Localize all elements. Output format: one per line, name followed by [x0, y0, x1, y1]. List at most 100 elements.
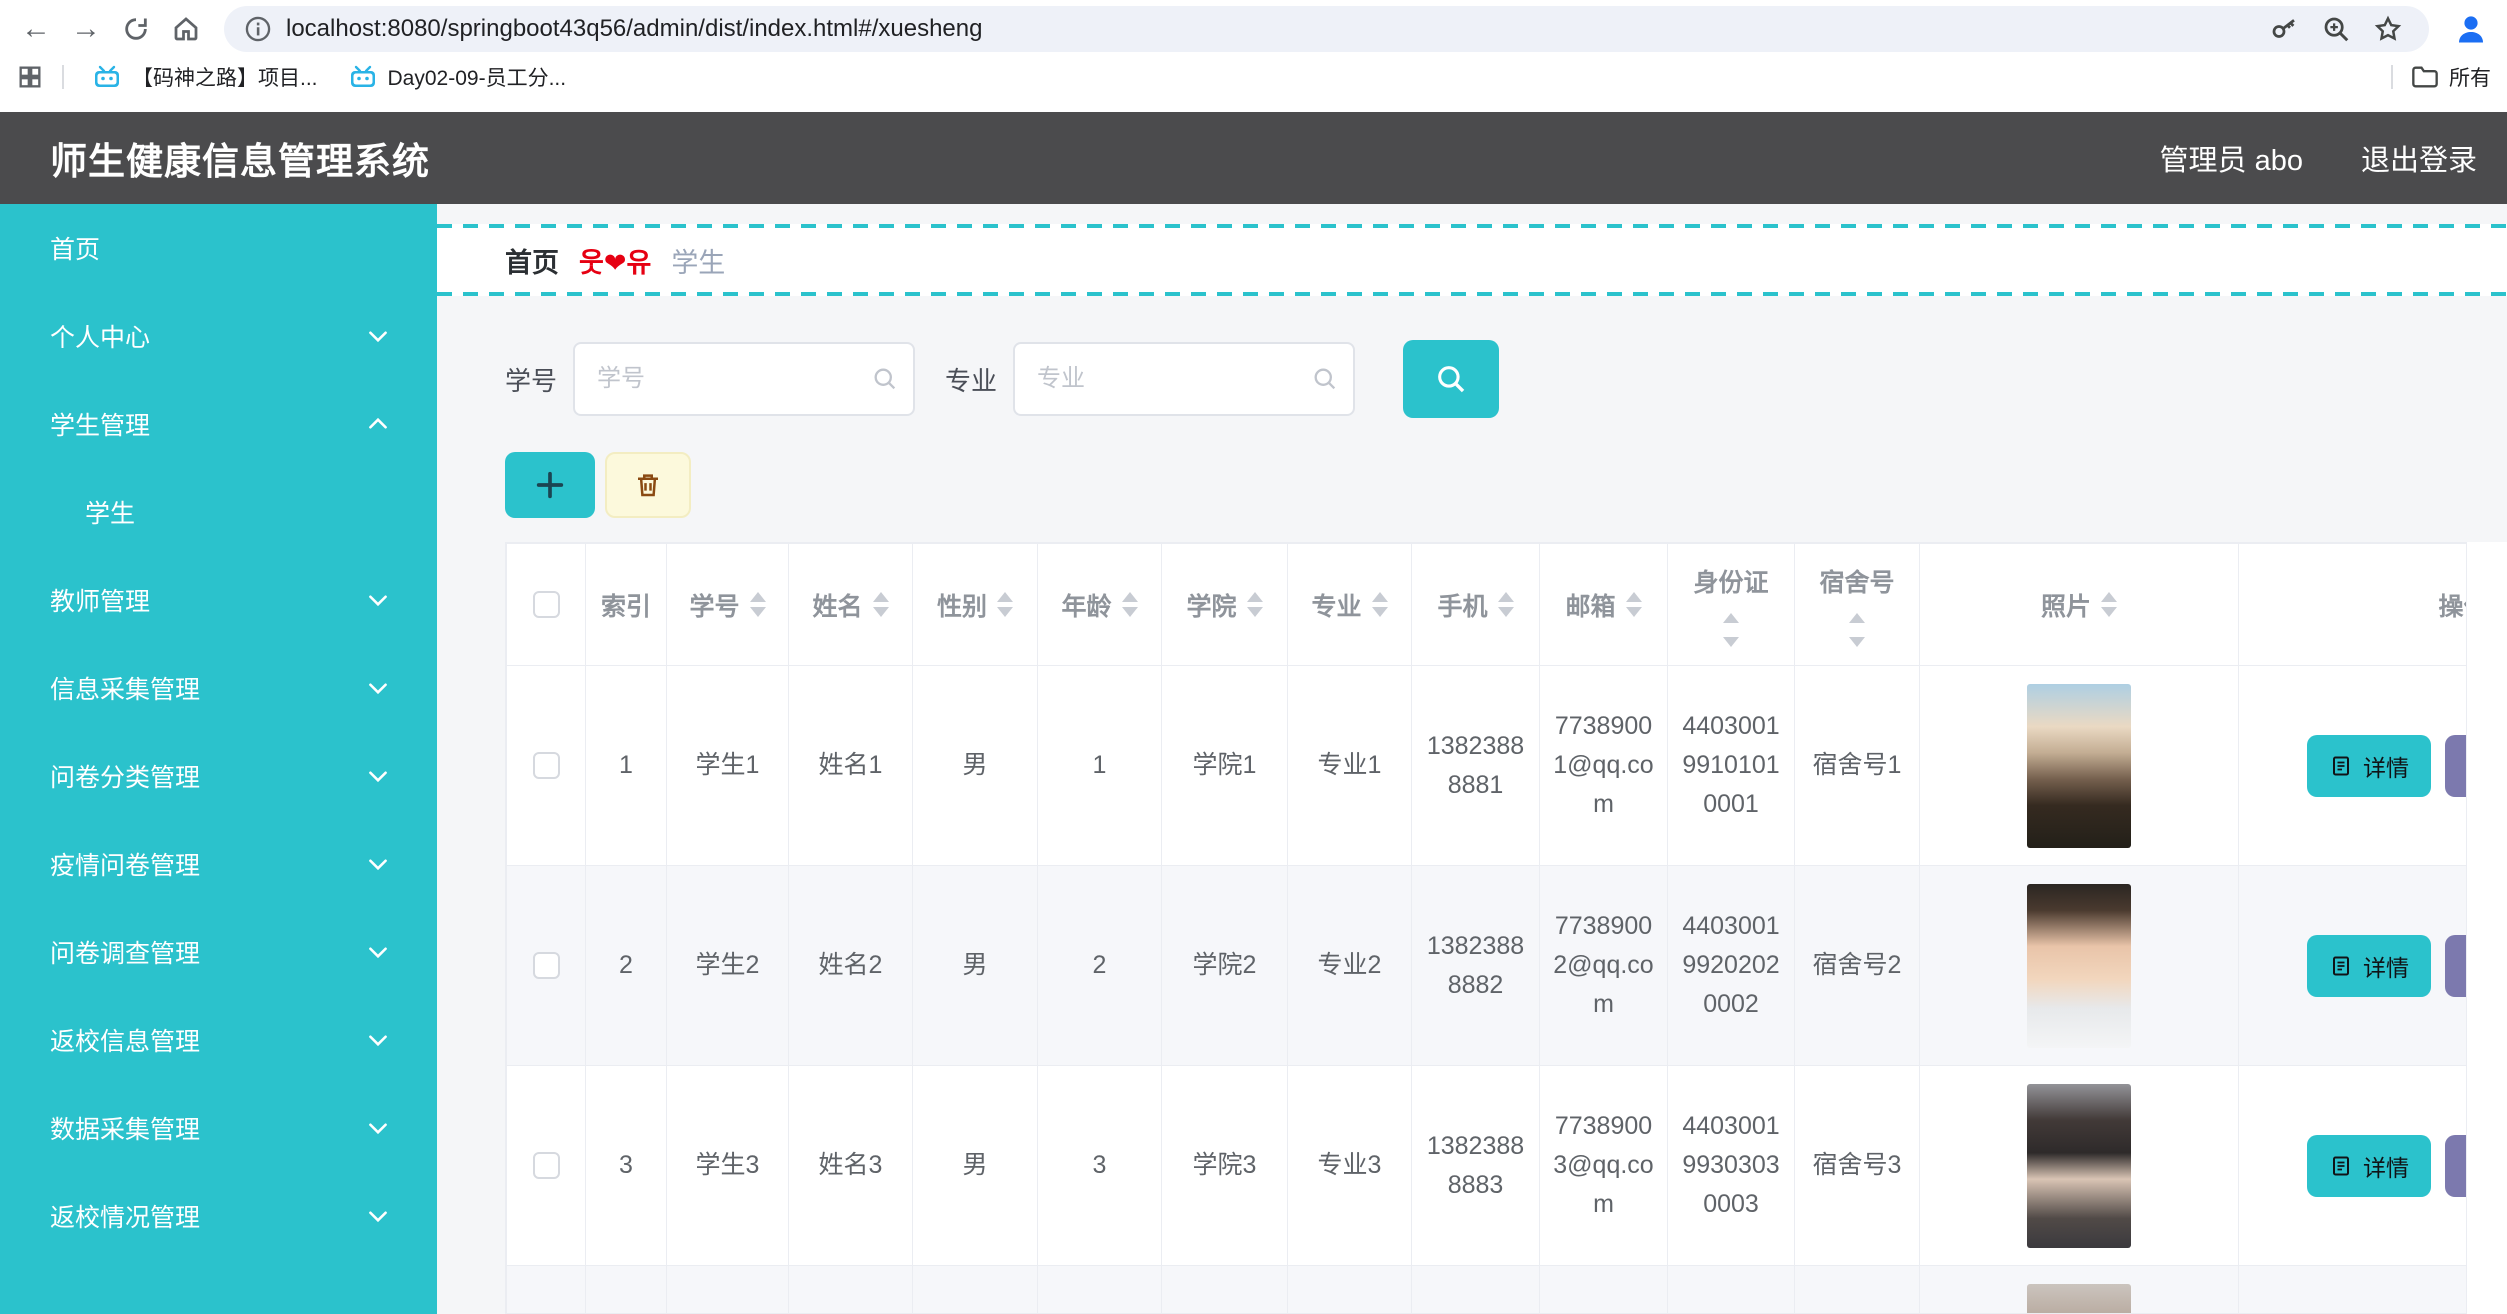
table-row: 3 学生3 姓名3 男 3 学院3 专业3 13823888883 773890… [507, 1066, 2468, 1266]
back-button[interactable]: ← [14, 7, 58, 51]
browser-chrome: ← → localhost:8080/springboot43q56/admin… [0, 0, 2507, 96]
sort-carets[interactable] [2101, 592, 2117, 617]
breadcrumb-home[interactable]: 首页 [505, 241, 559, 280]
cell-name: 姓名1 [789, 666, 913, 866]
sort-carets[interactable] [1498, 592, 1514, 617]
cell-age: 3 [1038, 1066, 1162, 1266]
zoom-icon[interactable] [2321, 14, 2351, 44]
cell-name: 姓名3 [789, 1066, 913, 1266]
row-checkbox[interactable] [533, 1152, 560, 1179]
edit-button[interactable]: 修改 [2445, 1135, 2467, 1197]
cell-email: 77389001@qq.com [1540, 666, 1668, 866]
cell-student-no: 学生2 [667, 866, 789, 1066]
sidebar-item-teacher-mgmt[interactable]: 教师管理 [0, 556, 437, 644]
sort-carets[interactable] [750, 592, 766, 617]
search-icon [1434, 362, 1468, 396]
table-header-row: 索引 学号 姓名 性别 年龄 学院 专业 手机 邮箱 身份证 宿舍号 照片 操作 [507, 544, 2468, 666]
breadcrumb-current: 学生 [671, 241, 725, 280]
student-photo [2027, 1084, 2131, 1248]
sidebar-item-student-mgmt[interactable]: 学生管理 [0, 380, 437, 468]
detail-button[interactable]: 详情 [2307, 935, 2431, 997]
cell-dorm: 宿舍号1 [1795, 666, 1920, 866]
cell-student-no: 学生3 [667, 1066, 789, 1266]
cell-phone: 13823888881 [1412, 666, 1540, 866]
cell-gender: 男 [913, 666, 1038, 866]
chevron-down-icon [365, 323, 391, 349]
select-all-checkbox[interactable] [533, 591, 560, 618]
sidebar-item-return-info-mgmt[interactable]: 返校信息管理 [0, 996, 437, 1084]
app-title: 师生健康信息管理系统 [50, 131, 430, 185]
col-name: 姓名 [789, 544, 913, 666]
table-row: 1 学生1 姓名1 男 1 学院1 专业1 13823888881 773890… [507, 666, 2468, 866]
cell-phone: 13823888882 [1412, 866, 1540, 1066]
student-photo [2027, 1284, 2131, 1314]
cell-college: 学院3 [1162, 1066, 1288, 1266]
bilibili-icon [348, 65, 378, 89]
sort-carets[interactable] [1122, 592, 1138, 617]
bookmark-item[interactable]: Day02-09-员工分... [338, 60, 577, 94]
sidebar-item-student[interactable]: 学生 [0, 468, 437, 556]
row-checkbox[interactable] [533, 952, 560, 979]
chevron-down-icon [365, 587, 391, 613]
main-content: 首页 웃❤유 学生 学号 专业 [437, 204, 2507, 1314]
sort-carets[interactable] [1372, 592, 1388, 617]
sidebar-item-info-collection-mgmt[interactable]: 信息采集管理 [0, 644, 437, 732]
url-text[interactable]: localhost:8080/springboot43q56/admin/dis… [286, 15, 2255, 43]
chevron-down-icon [365, 675, 391, 701]
address-bar[interactable]: localhost:8080/springboot43q56/admin/dis… [224, 6, 2429, 52]
edit-button[interactable]: 修改 [2445, 935, 2467, 997]
search-icon [1311, 365, 1339, 393]
all-bookmarks-folder[interactable]: 所有 [2411, 62, 2491, 92]
student-no-input[interactable] [573, 342, 915, 416]
reload-button[interactable] [114, 7, 158, 51]
col-dorm: 宿舍号 [1795, 544, 1920, 666]
chevron-down-icon [365, 1027, 391, 1053]
document-icon [2329, 754, 2353, 778]
bookmark-star-icon[interactable] [2373, 14, 2403, 44]
student-photo [2027, 884, 2131, 1048]
sidebar-item-label: 教师管理 [50, 582, 150, 618]
sidebar-item-questionnaire-category-mgmt[interactable]: 问卷分类管理 [0, 732, 437, 820]
col-phone: 手机 [1412, 544, 1540, 666]
sidebar-item-home[interactable]: 首页 [0, 204, 437, 292]
sidebar-item-survey-mgmt[interactable]: 问卷调查管理 [0, 908, 437, 996]
current-user[interactable]: 管理员 abo [2160, 137, 2303, 179]
logout-link[interactable]: 退出登录 [2361, 137, 2477, 179]
password-key-icon[interactable] [2269, 14, 2299, 44]
sidebar-item-data-collection-mgmt[interactable]: 数据采集管理 [0, 1084, 437, 1172]
sort-carets[interactable] [1626, 592, 1642, 617]
sidebar-item-label: 问卷分类管理 [50, 758, 200, 794]
sort-carets[interactable] [1849, 613, 1865, 647]
apps-grid-icon[interactable] [16, 63, 44, 91]
bookmark-label: 【码神之路】项目... [132, 62, 318, 92]
detail-button[interactable]: 详情 [2307, 1135, 2431, 1197]
sort-carets[interactable] [873, 592, 889, 617]
chevron-down-icon [365, 1203, 391, 1229]
home-button[interactable] [164, 7, 208, 51]
cell-index: 2 [586, 866, 667, 1066]
sort-carets[interactable] [997, 592, 1013, 617]
sidebar-item-return-status-mgmt[interactable]: 返校情况管理 [0, 1172, 437, 1260]
edit-button[interactable]: 修改 [2445, 735, 2467, 797]
sidebar-item-personal-center[interactable]: 个人中心 [0, 292, 437, 380]
row-checkbox[interactable] [533, 752, 560, 779]
bookmark-item[interactable]: 【码神之路】项目... [82, 60, 328, 94]
detail-button[interactable]: 详情 [2307, 735, 2431, 797]
search-button[interactable] [1403, 340, 1499, 418]
col-index: 索引 [586, 544, 667, 666]
sidebar-item-label: 学生管理 [50, 406, 150, 442]
delete-button[interactable] [605, 452, 691, 518]
sort-carets[interactable] [1723, 613, 1739, 647]
student-photo [2027, 684, 2131, 848]
sort-carets[interactable] [1247, 592, 1263, 617]
forward-button[interactable]: → [64, 7, 108, 51]
major-input[interactable] [1013, 342, 1355, 416]
sidebar-item-label: 问卷调查管理 [50, 934, 200, 970]
student-no-input-wrap [573, 342, 915, 416]
sidebar-item-epidemic-questionnaire-mgmt[interactable]: 疫情问卷管理 [0, 820, 437, 908]
profile-avatar[interactable] [2449, 7, 2493, 51]
site-info-icon[interactable] [244, 15, 272, 43]
add-button[interactable] [505, 452, 595, 518]
col-major: 专业 [1288, 544, 1412, 666]
cell-dorm: 宿舍号2 [1795, 866, 1920, 1066]
